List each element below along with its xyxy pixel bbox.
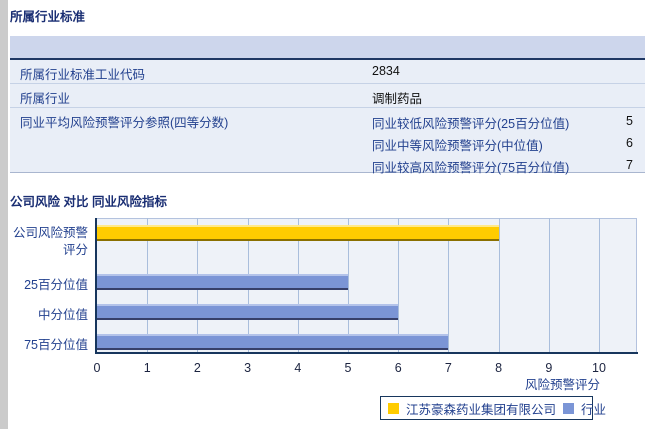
chart-legend: 江苏豪森药业集团有限公司 行业 — [380, 396, 606, 420]
row-label: 所属行业 — [20, 92, 71, 106]
x-tick-label: 6 — [394, 361, 402, 375]
risk-comparison-chart: 公司风险预警评分 25百分位值中分位值 75百分位值 0 1 2 3 4 5 6 7 8 9 10 风险… — [0, 210, 655, 429]
category-label: 公司风险预警评分 — [12, 226, 88, 257]
peer-score-row: 同业中等风险预警评分(中位值) 6 — [372, 132, 637, 154]
x-tick-label: 2 — [193, 361, 201, 375]
table-row: 所属行业 调制药品 — [10, 84, 645, 108]
legend-label-industry: 行业 — [581, 402, 607, 417]
row-value: 2834 — [372, 64, 400, 78]
gridline — [548, 218, 550, 352]
x-tick-label: 10 — [592, 361, 606, 375]
peer-score-value: 5 — [626, 114, 633, 128]
chart-bar-industry — [97, 274, 348, 290]
table-row: 同业平均风险预警评分参照(四等分数) 同业较低风险预警评分(25百分位值) 5 … — [10, 108, 645, 175]
row-label: 同业平均风险预警评分参照(四等分数) — [20, 116, 229, 130]
industry-table: 所属行业标准工业代码 2834 所属行业 调制药品 同业平均风险预警评分参照(四… — [10, 36, 645, 175]
peer-score-value: 6 — [626, 136, 633, 150]
peer-score-label: 同业中等风险预警评分(中位值) — [372, 139, 543, 153]
peer-score-label: 同业较低风险预警评分(25百分位值) — [372, 117, 570, 131]
x-tick-label: 3 — [244, 361, 252, 375]
legend-swatch-company — [388, 402, 399, 414]
category-label: 25百分位值 — [24, 278, 88, 292]
row-label: 所属行业标准工业代码 — [20, 68, 146, 82]
industry-section-title: 所属行业标准 — [10, 10, 86, 24]
category-label: 75百分位值 — [24, 338, 88, 352]
row-value: 调制药品 — [372, 92, 423, 106]
peer-score-row: 同业较高风险预警评分(75百分位值) 7 — [372, 154, 637, 176]
x-tick-label: 4 — [294, 361, 302, 375]
x-tick-label: 0 — [93, 361, 101, 375]
x-axis-title: 风险预警评分 — [524, 378, 600, 392]
chart-bar-company — [97, 225, 499, 241]
peer-score-row: 同业较低风险预警评分(25百分位值) 5 — [372, 110, 637, 132]
gridline — [498, 218, 500, 352]
table-body: 所属行业标准工业代码 2834 所属行业 调制药品 同业平均风险预警评分参照(四… — [10, 60, 645, 175]
legend-swatch-industry — [563, 402, 575, 414]
risk-report-page: { "sections": { "industry_title": "所属行业标… — [0, 0, 655, 429]
chart-bar-industry — [97, 334, 449, 350]
x-tick-label: 1 — [143, 361, 151, 375]
peer-score-value: 7 — [626, 158, 633, 172]
comparison-section-title: 公司风险 对比 同业风险指标 — [10, 195, 167, 209]
x-tick-label: 8 — [495, 361, 503, 375]
gridline — [599, 218, 600, 352]
chart-bar-industry — [97, 304, 399, 320]
x-axis-line — [95, 352, 638, 354]
x-tick-label: 7 — [444, 361, 452, 375]
x-tick-label: 5 — [344, 361, 352, 375]
legend-label-company: 江苏豪森药业集团有限公司 — [406, 402, 557, 417]
category-label: 中分位值 — [37, 308, 88, 322]
table-row: 所属行业标准工业代码 2834 — [10, 60, 645, 84]
x-tick-label: 9 — [545, 361, 553, 375]
peer-score-label: 同业较高风险预警评分(75百分位值) — [372, 161, 570, 175]
table-header-band — [10, 36, 645, 60]
